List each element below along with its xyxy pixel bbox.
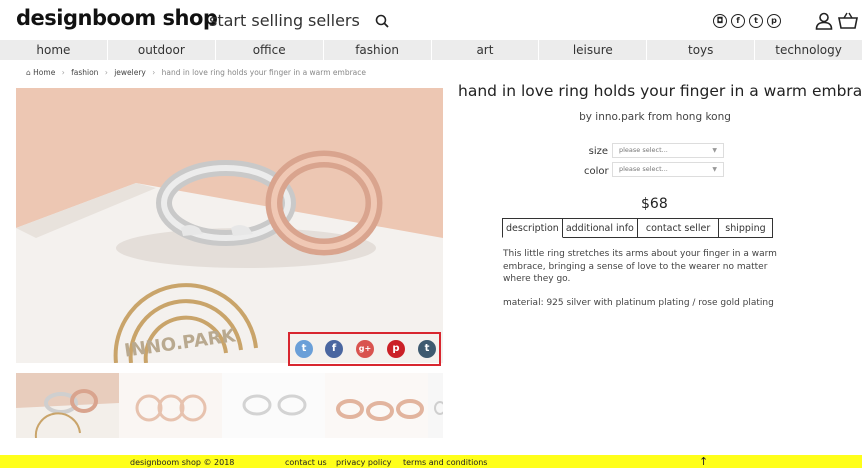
color-select-value: please select... [619, 165, 668, 173]
google-plus-share-icon[interactable]: g+ [356, 340, 374, 358]
product-title: hand in love ring holds your finger in a… [458, 82, 862, 100]
size-select-value: please select... [619, 146, 668, 154]
category-fashion[interactable]: fashion [324, 40, 432, 60]
thumbnail-1[interactable] [16, 373, 119, 438]
pinterest-icon[interactable]: p [767, 14, 781, 28]
thumbnail-image [336, 399, 424, 421]
twitter-share-icon[interactable]: t [295, 340, 313, 358]
breadcrumb-separator: › [104, 68, 108, 77]
basket-icon[interactable] [838, 12, 858, 30]
category-leisure[interactable]: leisure [539, 40, 648, 60]
footer-terms-link[interactable]: terms and conditions [403, 458, 487, 467]
category-outdoor[interactable]: outdoor [108, 40, 216, 60]
breadcrumb-jewelery[interactable]: jewelery [114, 68, 146, 77]
tumblr-share-icon[interactable]: t [418, 340, 436, 358]
size-select[interactable]: please select... ▼ [612, 143, 724, 158]
product-byline[interactable]: by inno.park from hong kong [458, 111, 852, 123]
category-office[interactable]: office [216, 40, 324, 60]
thumbnail-image [434, 401, 443, 415]
facebook-icon[interactable]: f [731, 14, 745, 28]
thumbnail-3[interactable] [222, 373, 325, 438]
category-technology[interactable]: technology [755, 40, 862, 60]
tab-description[interactable]: description [502, 218, 563, 238]
breadcrumb-separator: › [152, 68, 156, 77]
tab-contact-seller[interactable]: contact seller [637, 218, 720, 238]
breadcrumb: ⌂ Home › fashion › jewelery › hand in lo… [26, 68, 366, 77]
color-label: color [584, 166, 609, 177]
thumbnail-5[interactable] [428, 373, 443, 438]
user-icon[interactable] [815, 12, 833, 30]
tab-shipping[interactable]: shipping [719, 218, 773, 238]
category-home[interactable]: home [0, 40, 108, 60]
category-toys[interactable]: toys [647, 40, 756, 60]
chevron-down-icon: ▼ [712, 166, 717, 173]
home-icon: ⌂ [26, 68, 31, 77]
instagram-icon[interactable]: ◘ [713, 14, 727, 28]
category-art[interactable]: art [432, 40, 540, 60]
thumbnail-2[interactable] [119, 373, 222, 438]
back-to-top-icon[interactable]: ↑ [699, 455, 708, 468]
product-price: $68 [641, 196, 668, 212]
site-logo[interactable]: designboom shop [16, 6, 218, 30]
pinterest-share-icon[interactable]: p [387, 340, 405, 358]
thumbnail-image [135, 394, 207, 422]
chevron-down-icon: ▼ [712, 147, 717, 154]
category-nav: home outdoor office fashion art leisure … [0, 40, 862, 60]
product-material: material: 925 silver with platinum plati… [503, 298, 774, 308]
breadcrumb-home[interactable]: Home [33, 68, 55, 77]
breadcrumb-fashion[interactable]: fashion [71, 68, 98, 77]
thumbnail-image [16, 389, 119, 438]
thumbnail-image [242, 394, 307, 416]
footer-contact-link[interactable]: contact us [285, 458, 327, 467]
size-label: size [588, 146, 608, 157]
product-main-image[interactable]: INNO.PARK [16, 88, 443, 363]
twitter-icon[interactable]: t [749, 14, 763, 28]
breadcrumb-current: hand in love ring holds your finger in a… [161, 68, 367, 77]
search-icon[interactable] [375, 14, 389, 28]
breadcrumb-separator: › [61, 68, 65, 77]
product-tabs: description additional info contact sell… [502, 218, 773, 238]
footer-privacy-link[interactable]: privacy policy [336, 458, 391, 467]
tab-additional-info[interactable]: additional info [562, 218, 638, 238]
sellers-link[interactable]: sellers [308, 11, 360, 30]
site-header: designboom shop start selling sellers ◘ … [0, 0, 862, 40]
footer-copyright: designboom shop © 2018 [130, 458, 235, 467]
facebook-share-icon[interactable]: f [325, 340, 343, 358]
product-photo [16, 88, 443, 363]
thumbnail-4[interactable] [325, 373, 428, 438]
color-select[interactable]: please select... ▼ [612, 162, 724, 177]
product-description: This little ring stretches its arms abou… [503, 249, 777, 284]
share-buttons-box: t f g+ p t [288, 332, 441, 366]
start-selling-link[interactable]: start selling [209, 11, 303, 30]
site-footer: designboom shop © 2018 contact us privac… [0, 455, 862, 468]
